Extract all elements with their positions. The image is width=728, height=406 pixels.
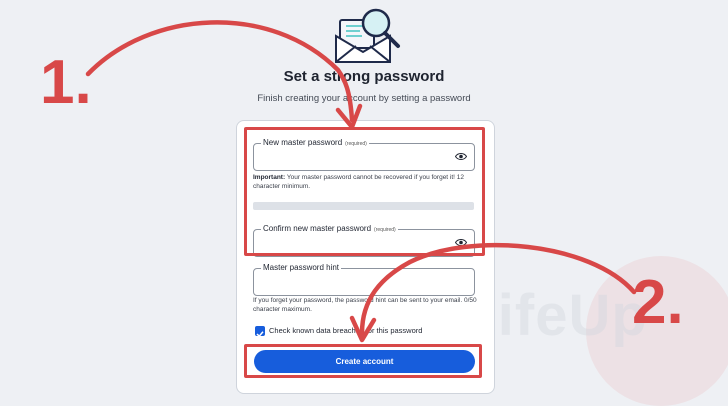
step-number-2: 2. [632,268,684,337]
annotation-arrows [85,20,637,343]
step-number-1: 1. [40,48,92,117]
